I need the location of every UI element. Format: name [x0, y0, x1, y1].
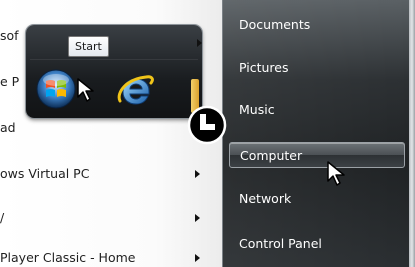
mouse-cursor-icon: [327, 161, 345, 186]
submenu-arrow-icon: [197, 39, 202, 47]
menu-item-label: Pictures: [239, 60, 289, 75]
program-item-label: sof: [0, 28, 19, 43]
menu-item-label: Computer: [240, 148, 303, 163]
menu-item-documents[interactable]: Documents: [239, 17, 310, 32]
menu-item-pictures[interactable]: Pictures: [239, 60, 289, 75]
program-item-label: ad: [0, 120, 16, 135]
taskbar-popup: Start: [26, 25, 202, 118]
program-item-label: Player Classic - Home: [0, 250, 136, 265]
mouse-cursor-icon: [77, 78, 94, 102]
menu-item-label: Music: [239, 102, 275, 117]
submenu-arrow-icon: [195, 170, 200, 178]
windows-start-orb-icon[interactable]: [36, 69, 76, 109]
menu-item-control-panel[interactable]: Control Panel: [239, 236, 322, 251]
program-item-media-player-classic[interactable]: Player Classic - Home: [0, 246, 200, 267]
menu-item-label: Control Panel: [239, 236, 322, 251]
start-menu-right-pane: Documents Pictures Music Computer Networ…: [222, 0, 415, 267]
window-frame-edge: [409, 0, 415, 267]
program-item-ad[interactable]: ad: [0, 116, 200, 140]
start-tooltip: Start: [68, 36, 109, 57]
popup-divider: [30, 59, 198, 60]
internet-explorer-icon[interactable]: [116, 73, 156, 109]
program-item-slash[interactable]: /: [0, 206, 200, 230]
menu-item-label: Network: [239, 191, 292, 206]
start-menu-screenshot: sof e P ad ows Virtual PC / Player Class…: [0, 0, 415, 267]
program-item-label: e P: [0, 74, 20, 89]
menu-item-music[interactable]: Music: [239, 102, 275, 117]
submenu-arrow-icon: [195, 214, 200, 222]
clock-hand-icon: [187, 105, 227, 145]
program-item-label: ows Virtual PC: [0, 166, 90, 181]
menu-item-network[interactable]: Network: [239, 191, 291, 206]
menu-item-label: Documents: [239, 17, 311, 32]
program-item-label: /: [0, 210, 5, 225]
menu-item-computer[interactable]: Computer: [229, 142, 405, 168]
program-item-virtual-pc[interactable]: ows Virtual PC: [0, 162, 200, 186]
submenu-arrow-icon: [195, 254, 200, 262]
